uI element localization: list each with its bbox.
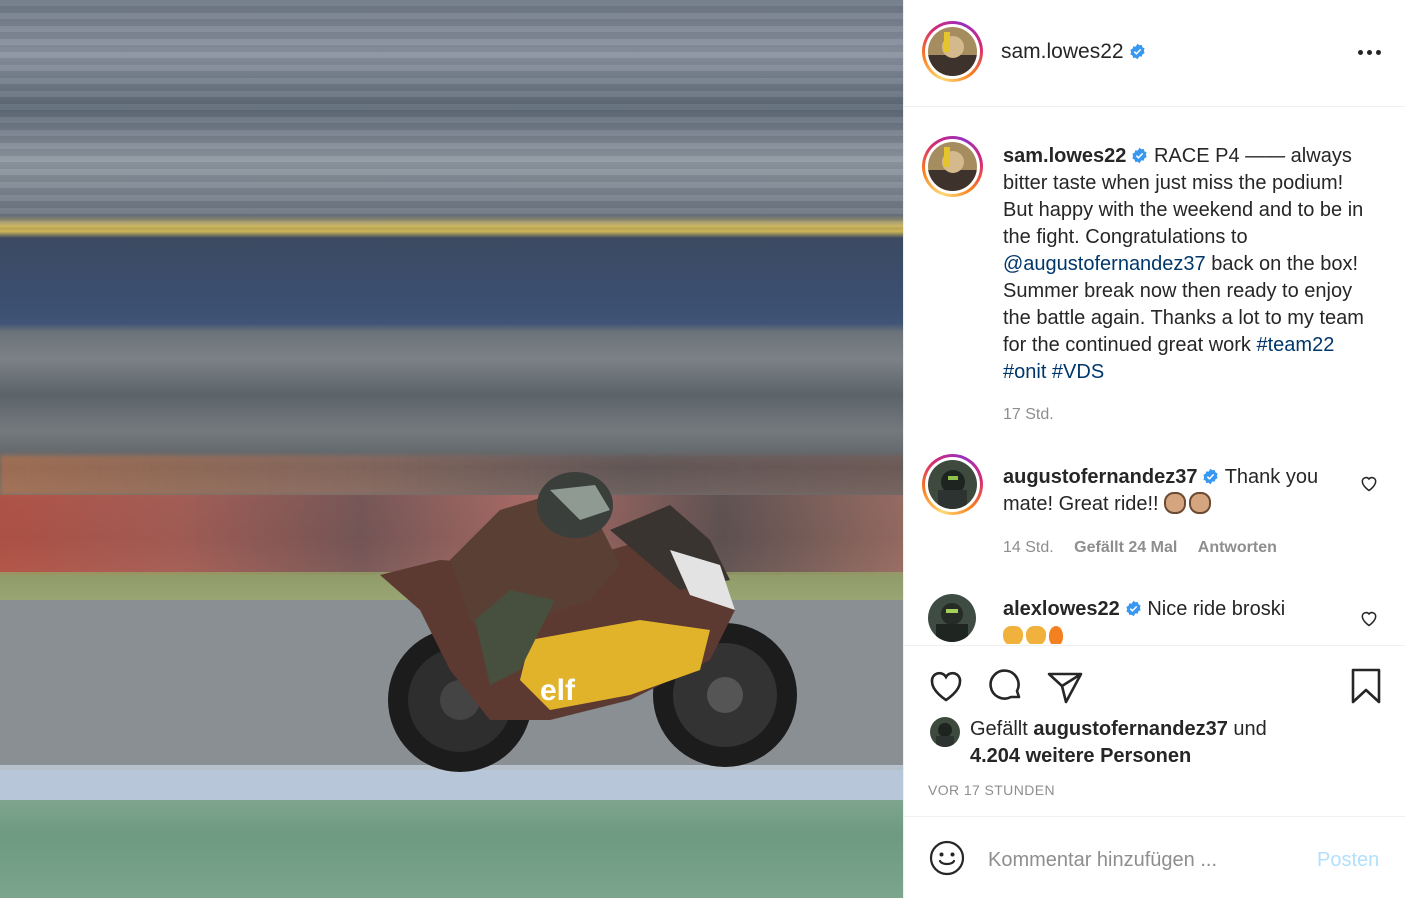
comment-time[interactable]: 14 Std. xyxy=(1003,539,1054,556)
caption-text: sam.lowes22 RACE P4 —— always bitter tas… xyxy=(1003,143,1373,386)
comment-likes[interactable]: Gefällt 24 Mal xyxy=(1074,539,1177,556)
liker-photo xyxy=(930,717,960,747)
post-timestamp[interactable]: VOR 17 STUNDEN xyxy=(928,782,1055,798)
heart-icon[interactable] xyxy=(926,666,966,706)
paper-plane-icon[interactable] xyxy=(1045,666,1085,706)
verified-badge-icon xyxy=(1126,600,1141,617)
post-sidebar: sam.lowes22 sam.lowes22 RACE P4 —— alway… xyxy=(903,0,1405,898)
post-comment-button[interactable]: Posten xyxy=(1317,849,1379,872)
comment-text: augustofernandez37 Thank you mate! Great… xyxy=(1003,464,1343,518)
comment-like-heart-icon[interactable] xyxy=(1359,473,1379,493)
smiley-icon[interactable] xyxy=(928,839,966,877)
comment-meta: 14 Std. Gefällt 24 Mal Antworten xyxy=(1003,539,1293,557)
fire-emoji xyxy=(1049,626,1063,644)
comment-username[interactable]: augustofernandez37 xyxy=(1003,466,1197,488)
likes-others-link[interactable]: 4.204 weitere Personen xyxy=(970,745,1191,767)
comments-list[interactable]: sam.lowes22 RACE P4 —— always bitter tas… xyxy=(904,108,1405,644)
fist-bump-emoji xyxy=(1189,492,1212,514)
comment-bubble-icon[interactable] xyxy=(986,666,1026,706)
caption-time[interactable]: 17 Std. xyxy=(1003,406,1054,424)
more-options-icon[interactable] xyxy=(1354,42,1384,62)
liker-avatar[interactable] xyxy=(930,717,960,747)
post-image[interactable]: elf xyxy=(0,0,903,898)
svg-text:elf: elf xyxy=(540,674,576,707)
liker-username[interactable]: augustofernandez37 xyxy=(1033,718,1227,740)
comment-like-heart-icon[interactable] xyxy=(1359,608,1379,628)
fist-bump-emoji xyxy=(1164,492,1187,514)
mention-link[interactable]: @augustofernandez37 xyxy=(1003,253,1206,275)
clapping-hands-emoji xyxy=(1026,626,1046,644)
caption-username[interactable]: sam.lowes22 xyxy=(1003,145,1126,167)
commenter-avatar[interactable] xyxy=(922,454,983,515)
comment-input[interactable] xyxy=(988,845,1288,875)
verified-badge-icon xyxy=(1129,43,1145,60)
likes-prefix: Gefällt xyxy=(970,718,1034,740)
author-username[interactable]: sam.lowes22 xyxy=(1001,40,1146,64)
commenter-avatar[interactable] xyxy=(928,594,976,642)
commenter-photo xyxy=(928,460,977,509)
post-actions: Gefällt augustofernandez37 und 4.204 weit… xyxy=(904,645,1405,815)
comment-body: Nice ride broski xyxy=(1147,598,1286,620)
clapping-hands-emoji xyxy=(1003,626,1023,644)
comment-username[interactable]: alexlowes22 xyxy=(1003,598,1120,620)
author-photo xyxy=(928,142,977,191)
author-photo xyxy=(928,27,977,76)
verified-badge-icon xyxy=(1203,468,1219,485)
likes-middle: und xyxy=(1227,718,1267,740)
reply-button[interactable]: Antworten xyxy=(1198,539,1277,556)
grandstand-crowd xyxy=(0,0,903,230)
bookmark-icon[interactable] xyxy=(1346,666,1386,706)
comment-text: alexlowes22 Nice ride broski xyxy=(1003,596,1343,644)
post-header: sam.lowes22 xyxy=(904,0,1405,107)
verified-badge-icon xyxy=(1132,147,1148,164)
add-comment-bar: Posten xyxy=(904,816,1405,898)
author-avatar[interactable] xyxy=(922,21,983,82)
likes-summary: Gefällt augustofernandez37 und 4.204 weit… xyxy=(970,716,1267,770)
caption-avatar[interactable] xyxy=(922,136,983,197)
motorcycle-rider: elf xyxy=(380,472,797,772)
commenter-photo xyxy=(928,594,976,642)
